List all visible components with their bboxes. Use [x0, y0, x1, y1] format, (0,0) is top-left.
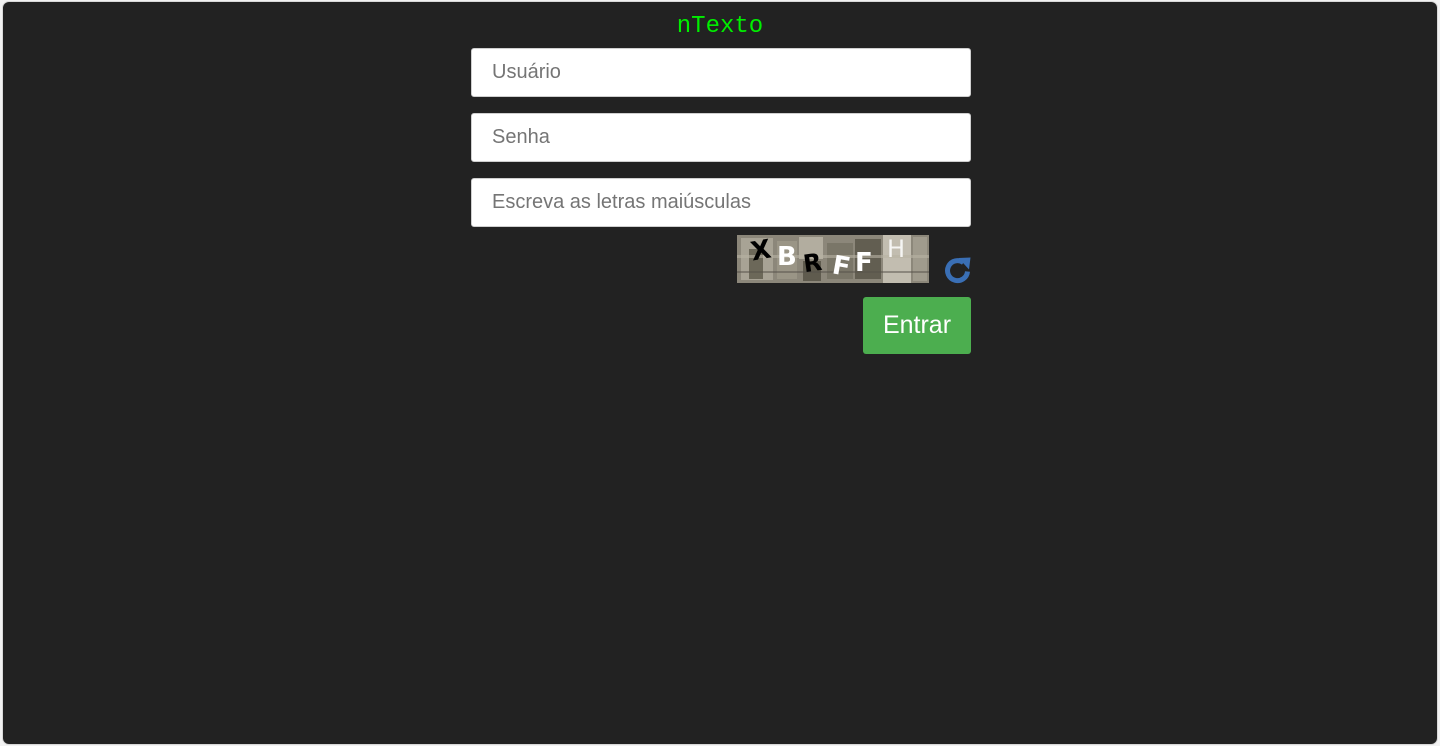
password-field[interactable]	[471, 113, 971, 162]
captcha-refresh-button[interactable]	[943, 255, 973, 285]
captcha-image: X B R F F H	[737, 235, 929, 283]
captcha-letter: R	[801, 248, 823, 278]
captcha-letter: B	[777, 242, 797, 272]
captcha-letter: H	[887, 235, 905, 263]
captcha-letter: F	[855, 248, 873, 278]
brand-title: nTexto	[676, 13, 764, 40]
app-window: nTexto X B R F F H Entrar	[3, 2, 1437, 744]
username-field[interactable]	[471, 48, 971, 97]
refresh-icon	[945, 257, 971, 284]
entrar-button[interactable]: Entrar	[863, 297, 971, 354]
captcha-input[interactable]	[471, 178, 971, 227]
